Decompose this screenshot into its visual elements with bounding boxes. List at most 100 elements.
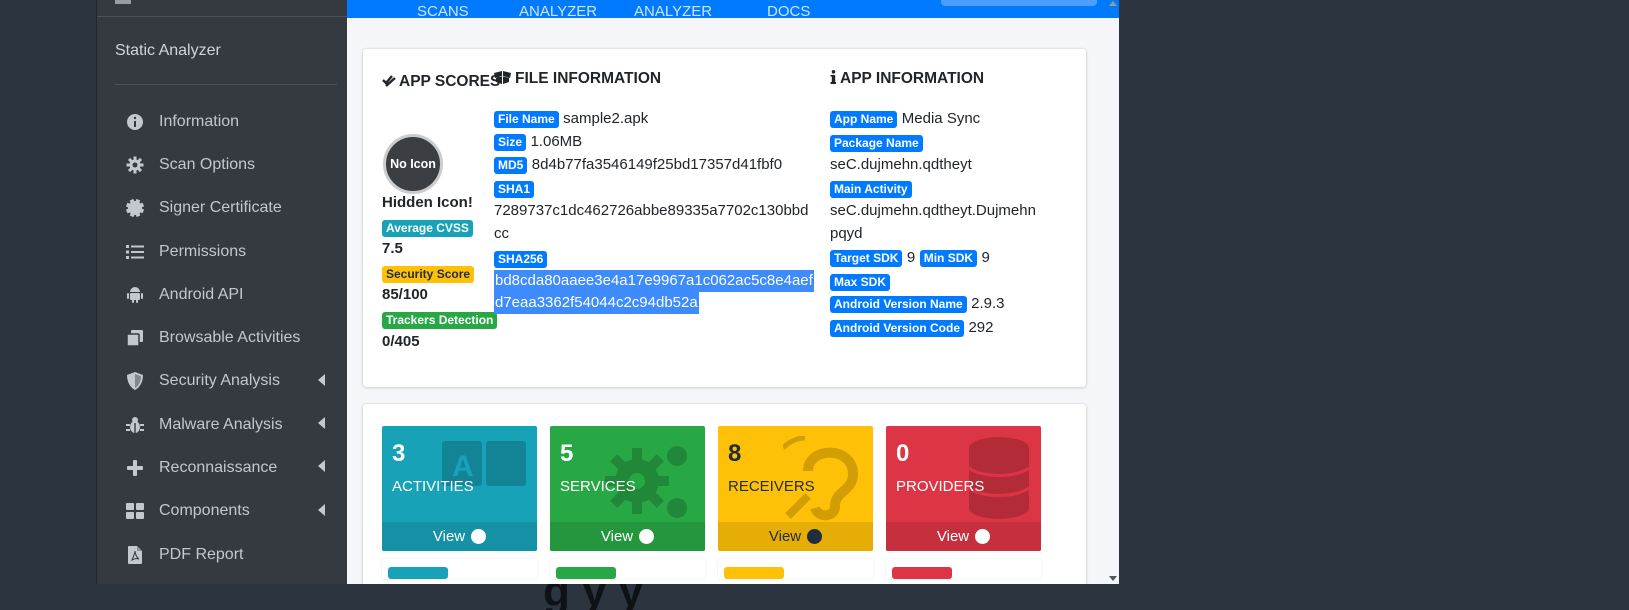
security-score-badge: Security Score — [382, 266, 475, 283]
components-stats-card: A 3 ACTIVITIES View 5 SERVICES View 8 RE… — [363, 404, 1086, 584]
activities-count: 3 — [392, 440, 406, 467]
sidebar-item-signer-certificate[interactable]: Signer Certificate — [97, 187, 347, 230]
chevron-left-icon — [318, 460, 325, 473]
bug-icon — [125, 415, 145, 435]
scroll-up-arrow-icon[interactable] — [1109, 1, 1117, 6]
chevron-left-icon — [318, 373, 325, 386]
sidebar-brand-remnant — [115, 0, 131, 4]
package-name-label: Package Name — [830, 135, 923, 152]
sidebar-item-label: Security Analysis — [159, 372, 280, 390]
sidebar-item-label: Malware Analysis — [159, 415, 283, 433]
trackers-value: 0/405 — [382, 333, 420, 350]
providers-label: PROVIDERS — [896, 478, 985, 495]
providers-view-link[interactable]: View — [886, 522, 1041, 551]
check-double-icon — [382, 71, 396, 94]
arrow-circle-down-icon — [807, 529, 823, 544]
app-info-card: APP SCORES No Icon Hidden Icon! Average … — [363, 49, 1086, 387]
grid-icon — [125, 501, 145, 521]
file-name-value: sample2.apk — [563, 110, 649, 127]
sidebar-item-label: Browsable Activities — [159, 329, 301, 347]
sha256-value-line2[interactable]: d7eaa3362f54044c2c94db52a — [494, 292, 699, 314]
sidebar-item-android-api[interactable]: Android API — [97, 273, 347, 316]
app-icon-placeholder: No Icon — [383, 134, 443, 194]
language-icon: A — [442, 436, 527, 516]
app-scores-title: APP SCORES — [399, 73, 501, 90]
view-label: View — [600, 528, 634, 545]
app-info-title: APP INFORMATION — [840, 70, 985, 87]
scroll-down-arrow-icon[interactable] — [1109, 576, 1117, 581]
search-input[interactable] — [941, 0, 1097, 6]
activities-stat-box: A 3 ACTIVITIES View — [382, 426, 537, 551]
sidebar-item-label: Components — [159, 502, 250, 520]
min-sdk-value: 9 — [981, 249, 990, 266]
version-name-label: Android Version Name — [830, 296, 967, 313]
background-heading-text: g y y — [543, 584, 644, 610]
max-sdk-label: Max SDK — [830, 274, 891, 291]
next-row-box — [718, 559, 873, 579]
avg-cvss-badge: Average CVSS — [382, 220, 473, 237]
list-icon — [125, 242, 145, 262]
version-code-value: 292 — [968, 319, 994, 336]
view-label: View — [768, 528, 802, 545]
providers-stat-box: 0 PROVIDERS View — [886, 426, 1041, 551]
view-label: View — [936, 528, 970, 545]
sidebar-title: Static Analyzer — [115, 42, 221, 59]
arrow-circle-down-icon — [471, 529, 487, 544]
file-pdf-icon — [125, 545, 145, 565]
receivers-view-link[interactable]: View — [718, 522, 873, 551]
app-info-heading: APP INFORMATION — [830, 70, 984, 89]
sidebar-item-security-analysis[interactable]: Security Analysis — [97, 360, 347, 403]
info-icon — [830, 70, 836, 89]
services-label: SERVICES — [560, 478, 636, 495]
next-row-bar — [724, 567, 784, 579]
sidebar-item-label: Permissions — [159, 242, 247, 260]
services-count: 5 — [560, 440, 574, 467]
main-activity-value-line1: seC.dujmehn.qdtheyt.Dujmehn — [830, 202, 1036, 219]
services-view-link[interactable]: View — [550, 522, 705, 551]
sidebar-item-label: Signer Certificate — [159, 199, 282, 217]
sidebar-item-malware-analysis[interactable]: Malware Analysis — [97, 403, 347, 446]
next-row-box — [886, 559, 1041, 579]
next-row-box — [382, 559, 537, 579]
sha256-value-line1[interactable]: bd8cda80aaee3e4a17e9967a1c062ac5c8e4aef — [494, 270, 814, 292]
receivers-stat-box: 8 RECEIVERS View — [718, 426, 873, 551]
chevron-left-icon — [318, 417, 325, 430]
shield-icon — [125, 371, 145, 391]
sidebar-item-label: Scan Options — [159, 155, 256, 173]
sha1-value-line1: 7289737c1dc462726abbe89335a7702c130bbd — [494, 202, 809, 219]
chevron-left-icon — [318, 503, 325, 516]
app-name-label: App Name — [830, 111, 898, 128]
sidebar-item-reconnaissance[interactable]: Reconnaissance — [97, 446, 347, 489]
sidebar-item-browsable-activities[interactable]: Browsable Activities — [97, 316, 347, 359]
top-navbar: SCANS ANALYZER ANALYZER DOCS — [347, 0, 1119, 20]
next-row-bar — [892, 567, 952, 579]
receivers-label: RECEIVERS — [728, 478, 815, 495]
sidebar-nav: Information Scan Options Signer Certific… — [97, 100, 347, 576]
hidden-icon-warning: Hidden Icon! — [382, 194, 473, 211]
sidebar-item-components[interactable]: Components — [97, 490, 347, 533]
android-icon — [125, 285, 145, 305]
version-name-value: 2.9.3 — [971, 295, 1005, 312]
main-activity-value-line2: pqyd — [830, 225, 863, 242]
sidebar-item-permissions[interactable]: Permissions — [97, 230, 347, 273]
sidebar-item-scan-options[interactable]: Scan Options — [97, 143, 347, 186]
next-row-bar — [388, 567, 448, 579]
next-row-bar — [556, 567, 616, 579]
file-name-label: File Name — [494, 111, 559, 128]
md5-value: 8d4b77fa3546149f25bd17357d41fbf0 — [531, 156, 783, 173]
sidebar-item-label: Reconnaissance — [159, 459, 278, 477]
sidebar-divider — [115, 84, 337, 85]
file-info-title: FILE INFORMATION — [515, 70, 662, 87]
package-name-value: seC.dujmehn.qdtheyt — [830, 156, 972, 173]
background-heading-fragment: g y y — [543, 584, 853, 610]
info-circle-icon — [125, 112, 145, 132]
sha1-label: SHA1 — [494, 181, 535, 198]
certificate-icon — [125, 198, 145, 218]
activities-view-link[interactable]: View — [382, 522, 537, 551]
file-info-heading: FILE INFORMATION — [494, 70, 661, 89]
services-stat-box: 5 SERVICES View — [550, 426, 705, 551]
next-row-box — [550, 559, 705, 579]
sidebar-item-pdf-report[interactable]: PDF Report — [97, 533, 347, 576]
avg-cvss-value: 7.5 — [382, 240, 403, 257]
sidebar-item-information[interactable]: Information — [97, 100, 347, 143]
